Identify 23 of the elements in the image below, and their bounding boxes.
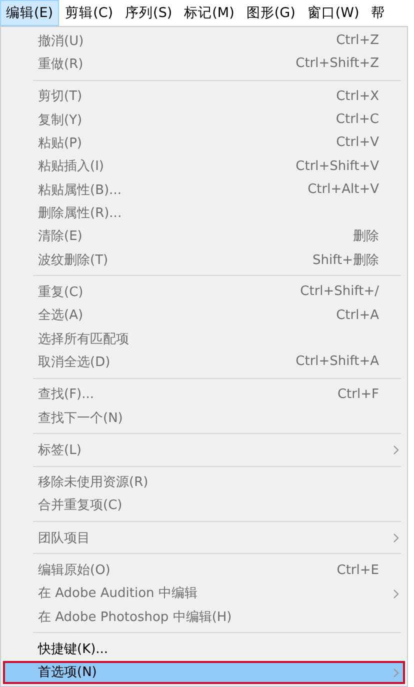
shortcut-label: Ctrl+Shift+A: [296, 354, 379, 370]
menu-bar-item[interactable]: 序列(S): [119, 0, 178, 26]
shortcut-label: Ctrl+Shift+V: [296, 158, 379, 174]
shortcut-label: Ctrl+X: [336, 88, 379, 104]
menu-item[interactable]: 首选项(N): [3, 660, 405, 684]
shortcut-label: Ctrl+E: [336, 562, 379, 578]
shortcut-label: Ctrl+Z: [336, 33, 379, 48]
shortcut-label: Ctrl+Shift+Z: [296, 56, 379, 72]
shortcut-label: Ctrl+Shift+/: [300, 284, 379, 300]
menu-bar-item[interactable]: 标记(M): [178, 0, 240, 26]
menu-bar-item[interactable]: 剪辑(C): [59, 0, 120, 26]
menu-bar-item[interactable]: 帮: [365, 0, 392, 26]
menu-bar-item[interactable]: 图形(G): [240, 0, 302, 26]
shortcut-label: Ctrl+Alt+V: [308, 182, 379, 198]
shortcut-label: Ctrl+A: [336, 308, 379, 323]
shortcut-label: 删除: [353, 228, 379, 246]
shortcut-label: Ctrl+V: [336, 135, 379, 150]
shortcut-label: Ctrl+C: [336, 112, 379, 128]
menu-bar-item[interactable]: 窗口(W): [301, 0, 366, 26]
shortcut-label: Ctrl+F: [337, 386, 379, 402]
shortcut-label: Shift+删除: [312, 252, 379, 269]
menu-item[interactable]: 快捷键(K)...: [3, 637, 405, 661]
menu-bar-item[interactable]: 编辑(E): [0, 0, 60, 26]
